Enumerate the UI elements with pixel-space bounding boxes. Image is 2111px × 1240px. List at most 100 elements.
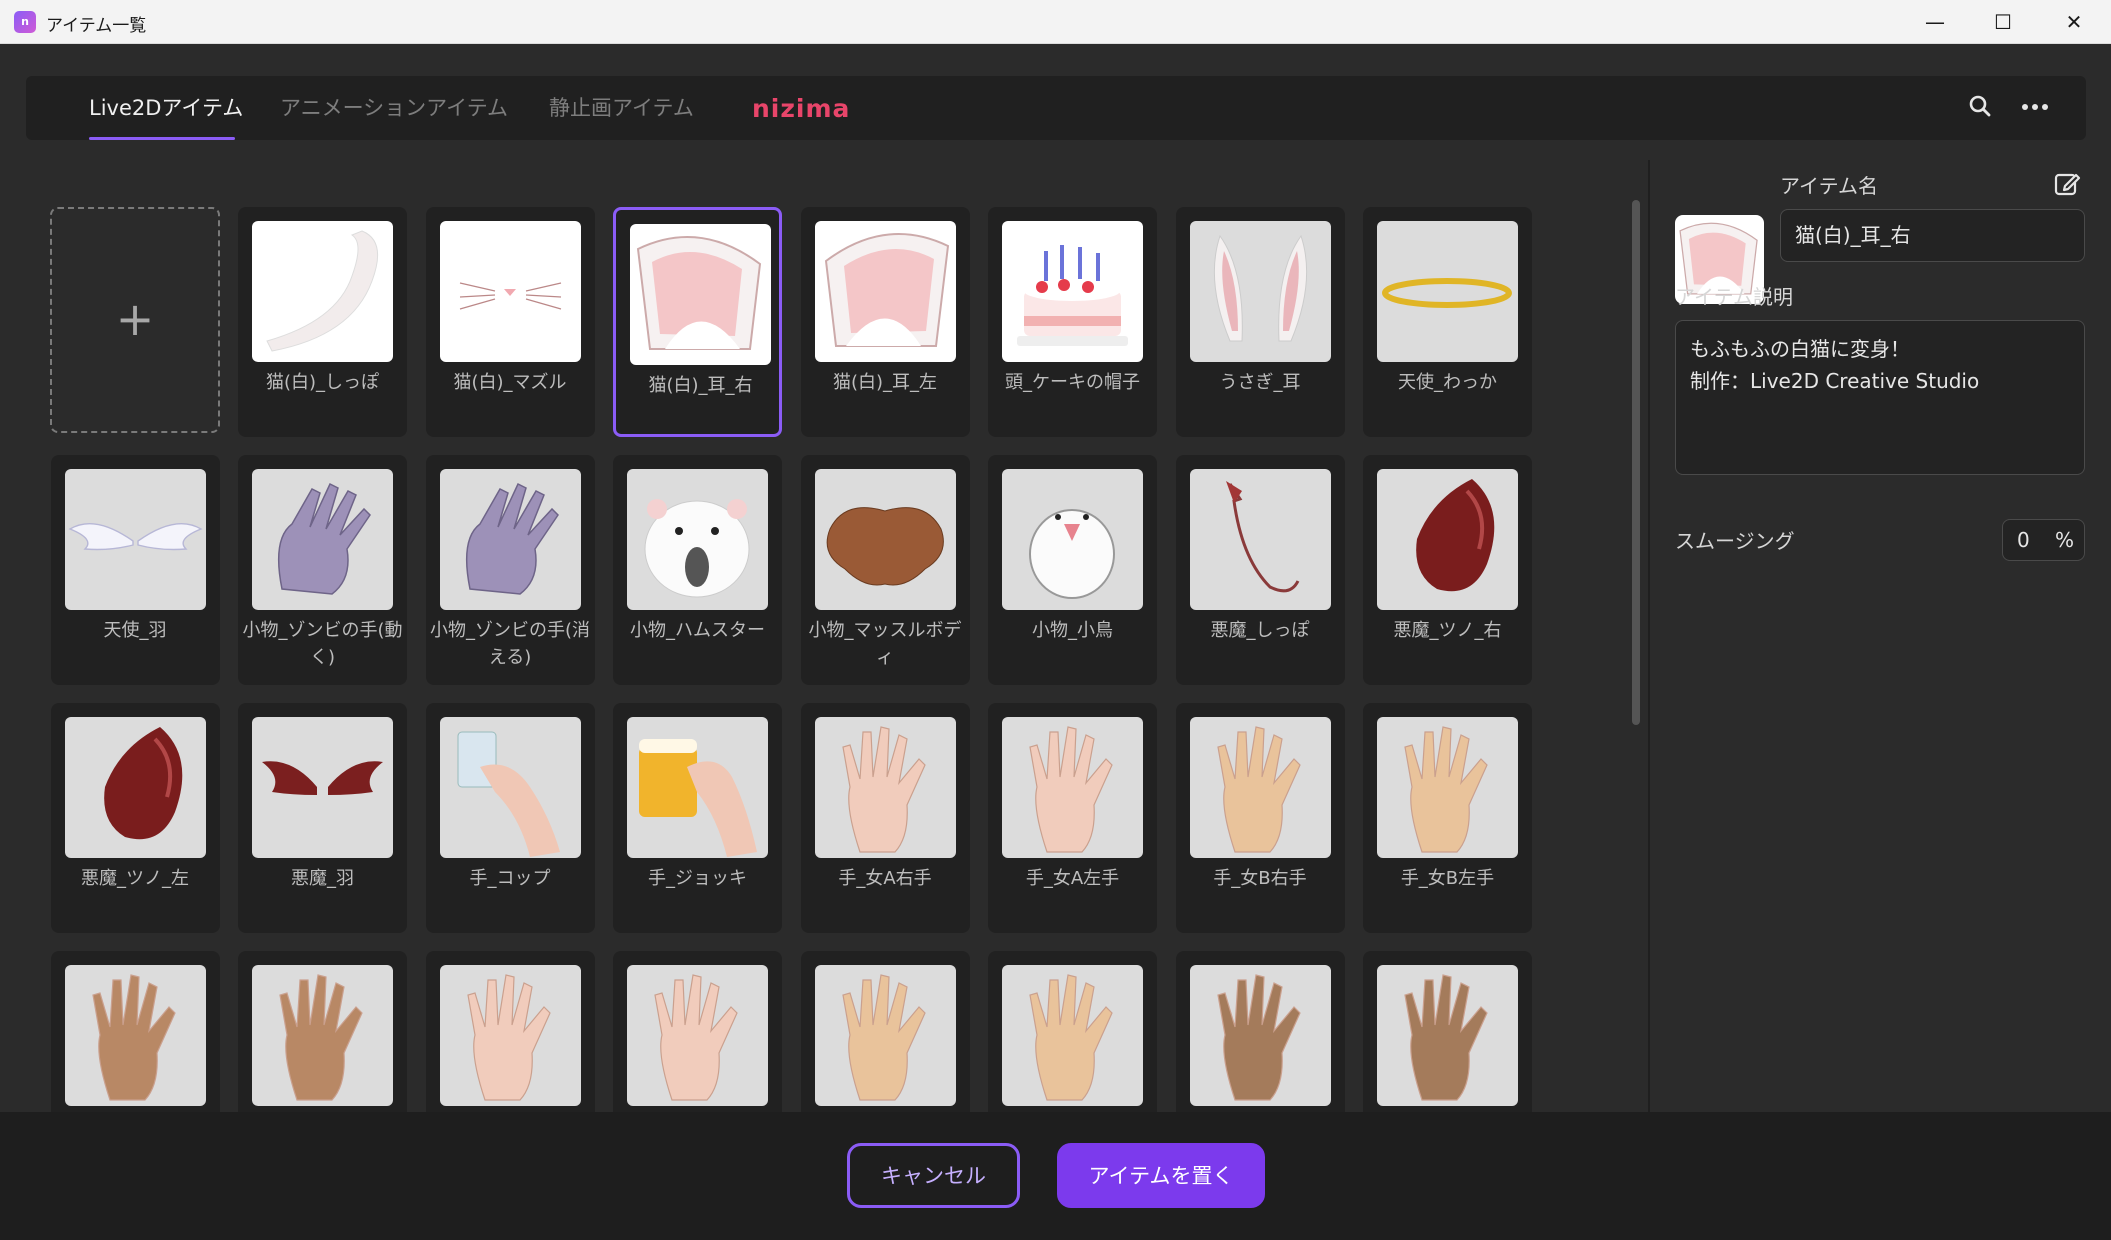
item-tile[interactable]: 手_女C左手 [238,951,407,1112]
panel-divider [1648,160,1650,1112]
hand-icon [1189,965,1331,1106]
window-title: アイテム一覧 [46,16,147,36]
cancel-button[interactable]: キャンセル [847,1143,1020,1208]
item-tile-label: 悪魔_ツノ_右 [1393,620,1502,641]
edit-icon[interactable] [2053,170,2081,198]
item-tile-label: 天使_わっか [1398,372,1497,393]
tab-still-image-items[interactable]: 静止画アイテム [549,92,694,122]
devil-horn-icon [1377,469,1518,610]
item-tile[interactable]: 猫(白)_しっぽ [238,207,407,437]
item-tile-label: 猫(白)_耳_右 [648,375,753,396]
item-tile[interactable]: 悪魔_しっぽ [1175,455,1345,685]
smoothing-label: スムージング [1675,529,1795,553]
active-tab-indicator [89,137,235,140]
item-tile[interactable]: 猫(白)_耳_左 [800,207,970,437]
hand-icon [64,965,206,1106]
tab-animation-items[interactable]: アニメーションアイテム [280,92,508,122]
grid-scrollbar[interactable] [1632,200,1640,725]
more-options-icon[interactable] [2018,90,2052,124]
item-tile[interactable]: 頭_ケーキの帽子 [988,207,1157,437]
hand-cup-icon [439,717,581,858]
tab-live2d-items[interactable]: Live2Dアイテム [89,92,243,122]
smoothing-input[interactable]: 0 % [2002,519,2085,561]
item-tile[interactable]: 手_男B左手 [988,951,1157,1112]
item-tile[interactable]: 手_女A左手 [988,703,1157,933]
item-tile-label: 手_女A左手 [1025,868,1120,889]
item-grid: + 猫(白)_しっぽ 猫(白)_マズル 猫(白)_耳_右 猫(白)_耳_左 頭_ケーキの… [40,160,1620,1112]
cat-muzzle-icon [439,221,581,362]
nizima-logo[interactable]: nizima [752,94,850,123]
cat-tail-icon [252,221,393,362]
item-tile[interactable]: 小物_ゾンビの手(動く) [238,455,407,685]
hand-icon [1377,717,1518,858]
close-button[interactable]: ✕ [2039,0,2109,44]
item-tile[interactable]: 猫(白)_耳_右 [613,207,782,437]
item-tile[interactable]: 悪魔_ツノ_左 [50,703,220,933]
muscle-body-icon [814,469,956,610]
hand-icon [814,717,956,858]
cat-ear-right-icon [630,224,771,365]
app-icon: n [14,11,36,33]
minimize-button[interactable]: — [1900,0,1970,44]
item-tile[interactable]: 小物_小鳥 [988,455,1157,685]
item-tile-label: 頭_ケーキの帽子 [1005,372,1140,393]
item-name-label: アイテム名 [1780,174,1878,198]
smoothing-unit: % [2054,528,2074,552]
footer: キャンセル アイテムを置く [0,1112,2111,1240]
item-tile[interactable]: 猫(白)_マズル [425,207,595,437]
item-tile[interactable]: 天使_わっか [1363,207,1532,437]
item-tile[interactable]: 手_女B右手 [1175,703,1345,933]
item-tile-label: 手_コップ [469,868,551,889]
item-tile-label: 小物_ゾンビの手(動く) [242,620,403,668]
item-tile[interactable]: 手_女B左手 [1363,703,1532,933]
item-tile-label: 天使_羽 [103,620,167,641]
item-tile-label: 悪魔_羽 [291,868,354,889]
item-tile[interactable]: 手_男C左手 [1363,951,1532,1112]
description-line-2: 制作：Live2D Creative Studio [1690,369,1980,393]
item-tile[interactable]: 手_男A左手 [613,951,782,1112]
search-icon[interactable] [1964,90,1998,124]
small-bird-icon [1002,469,1143,610]
item-tile[interactable]: 悪魔_羽 [238,703,407,933]
item-tile[interactable]: 手_ジョッキ [613,703,782,933]
item-tile-label: 小物_マッスルボディ [808,620,962,668]
hand-icon [814,965,956,1106]
hand-icon [439,965,581,1106]
item-tile[interactable]: 悪魔_ツノ_右 [1363,455,1532,685]
item-tile-label: 悪魔_しっぽ [1210,620,1310,641]
item-tile[interactable]: 手_女B右手 [50,951,220,1112]
item-tile[interactable]: 手_男C右手 [1175,951,1345,1112]
maximize-button[interactable]: ☐ [1968,0,2038,44]
devil-horn-icon [64,717,206,858]
item-tile[interactable]: うさぎ_耳 [1175,207,1345,437]
item-tile[interactable]: 小物_ハムスター [613,455,782,685]
devil-tail-icon [1189,469,1331,610]
item-tile[interactable]: 手_女A右手 [800,703,970,933]
item-tile[interactable]: 手_コップ [425,703,595,933]
item-description-textarea[interactable]: もふもふの白猫に変身！ 制作：Live2D Creative Studio [1675,320,2085,475]
halo-icon [1377,221,1518,362]
item-tile-label: 猫(白)_マズル [453,372,567,393]
item-tile[interactable]: 小物_マッスルボディ [800,455,970,685]
hand-icon [1002,717,1143,858]
item-tile[interactable]: 手_男A右手 [425,951,595,1112]
item-tile-label: 手_女B右手 [1213,868,1307,889]
item-tile-label: 手_ジョッキ [648,868,747,889]
item-tile-label: 猫(白)_耳_左 [832,372,938,393]
item-tile-label: 小物_ゾンビの手(消える) [429,620,591,668]
bunny-ears-icon [1189,221,1331,362]
item-tile[interactable]: 手_男B右手 [800,951,970,1112]
hamster-icon [627,469,768,610]
place-item-button[interactable]: アイテムを置く [1057,1143,1265,1208]
title-bar: n アイテム一覧 — ☐ ✕ [0,0,2111,44]
hand-icon [1377,965,1518,1106]
item-tile[interactable]: 小物_ゾンビの手(消える) [425,455,595,685]
item-tile[interactable]: 天使_羽 [50,455,220,685]
tab-bar: Live2Dアイテム アニメーションアイテム 静止画アイテム nizima [26,76,2086,140]
item-tile-label: 猫(白)_しっぽ [265,372,380,393]
item-tile-label: うさぎ_耳 [1219,372,1301,393]
item-name-input[interactable]: 猫(白)_耳_右 [1780,209,2085,262]
add-item-button[interactable]: + [50,207,220,433]
hand-icon [627,965,768,1106]
zombie-hand-icon [439,469,581,610]
